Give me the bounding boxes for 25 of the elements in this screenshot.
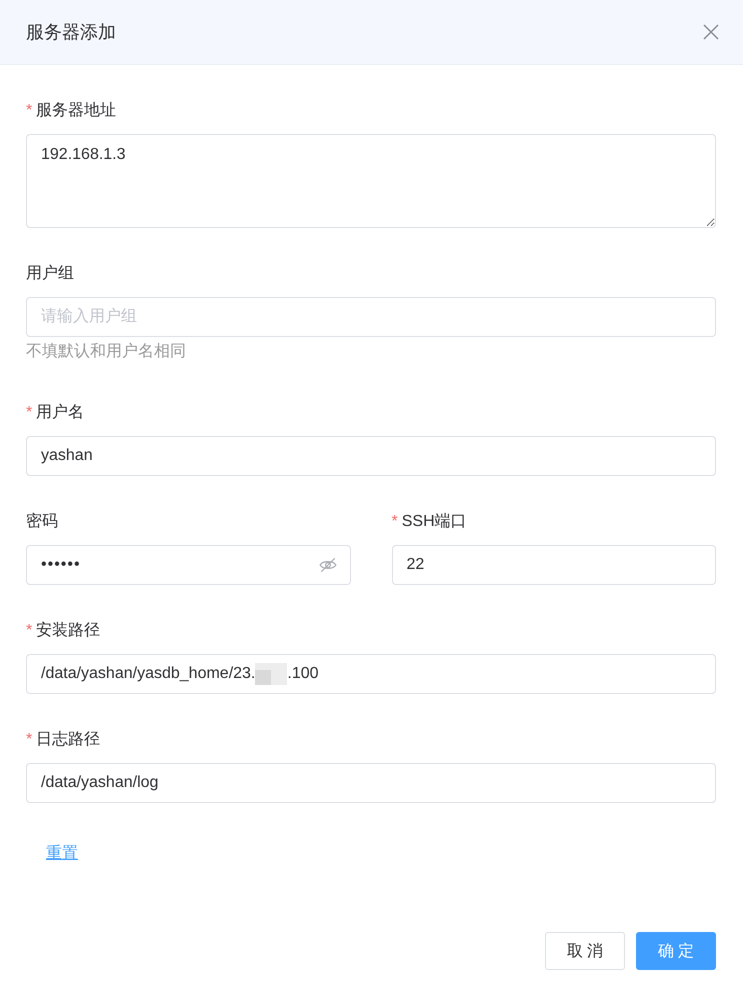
field-label: 用户名 <box>36 402 84 423</box>
field-label: 密码 <box>26 512 58 532</box>
required-asterisk: * <box>26 730 32 750</box>
field-label: 日志路径 <box>36 730 100 750</box>
required-asterisk: * <box>392 512 398 532</box>
input-field[interactable]: 请输入用户组 <box>26 297 716 337</box>
eye-slash-icon[interactable] <box>318 556 336 574</box>
password-field[interactable]: •••••• <box>26 545 350 585</box>
required-asterisk: * <box>26 403 32 423</box>
field-label: SSH端口 <box>402 512 467 532</box>
field-label: 服务器地址 <box>36 100 116 121</box>
required-asterisk: * <box>26 621 32 641</box>
input-field[interactable]: /data/yashan/yasdb_home/23. .100 <box>26 654 716 694</box>
field-label: 安装路径 <box>36 620 100 641</box>
field-label: 用户组 <box>26 264 74 284</box>
cancel-button[interactable]: 取消 <box>545 932 625 970</box>
field-hint: 不填默认和用户名相同 <box>26 342 186 362</box>
required-asterisk: * <box>26 101 32 121</box>
input-field[interactable]: /data/yashan/log <box>26 763 716 803</box>
textarea-field[interactable]: 192.168.1.3 <box>26 134 716 228</box>
input-field[interactable]: 22 <box>392 545 716 585</box>
dialog-title: 服务器添加 <box>26 21 116 44</box>
close-icon <box>703 24 719 40</box>
input-field[interactable]: yashan <box>26 436 716 476</box>
close-button[interactable] <box>703 24 719 40</box>
